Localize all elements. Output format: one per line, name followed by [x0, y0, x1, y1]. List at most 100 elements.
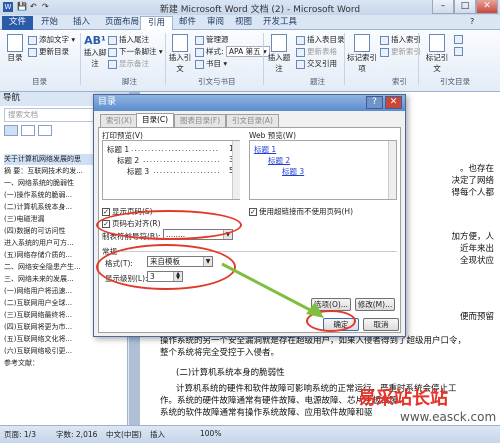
toa-icon	[454, 34, 463, 44]
insert-citation-label: 插入引文	[168, 53, 192, 73]
next-footnote-button[interactable]: 下一条脚注 ▾	[108, 46, 163, 57]
insert-caption-button[interactable]: 插入题注	[266, 34, 292, 74]
status-words[interactable]: 字数: 2,016	[56, 429, 97, 440]
preview-heading-3: 标题 3	[127, 167, 150, 176]
tab-insert[interactable]: 插入	[66, 16, 97, 30]
update-index-button[interactable]: 更新索引	[380, 46, 421, 57]
mark-entry-button[interactable]: 标记索引项	[347, 34, 377, 74]
insert-index-label: 插入索引	[391, 35, 421, 44]
insert-endnote-label: 插入尾注	[119, 35, 149, 44]
toc-button-label: 目录	[7, 53, 23, 62]
tab-references[interactable]: 引用	[140, 16, 174, 30]
toc-button[interactable]: 目录	[4, 34, 26, 63]
maximize-button[interactable]: □	[454, 0, 476, 14]
footnote-icon: AB¹	[84, 34, 106, 47]
update-toa-button[interactable]	[454, 46, 465, 56]
document-text-line: 得每个人都	[451, 188, 494, 198]
web-preview-heading-2: 标题 2	[268, 156, 291, 165]
update-toc-button[interactable]: 更新目录	[28, 46, 69, 57]
bibliography-icon	[195, 59, 204, 69]
status-language[interactable]: 中文(中国)	[106, 429, 142, 440]
insert-citation-button[interactable]: 插入引文	[167, 34, 193, 74]
word-logo-icon[interactable]: W	[3, 2, 13, 12]
mark-citation-button[interactable]: 标记引文	[423, 34, 451, 74]
results-view-icon[interactable]	[38, 125, 52, 136]
preview-leader-1: ..........................	[131, 144, 219, 153]
document-text-line: 近年来出	[459, 244, 494, 254]
annotation-arrow-icon	[221, 262, 324, 318]
toc-icon	[7, 34, 23, 52]
add-text-button[interactable]: 添加文字 ▾	[28, 34, 75, 45]
update-toa-icon	[454, 46, 463, 56]
preview-scrollbar[interactable]	[232, 141, 240, 199]
preview-leader-3: ....................	[153, 166, 221, 175]
web-preview-scrollbar[interactable]	[388, 141, 396, 199]
tab-table-of-authorities[interactable]: 引文目录(A)	[226, 114, 279, 127]
show-notes-button[interactable]: 显示备注	[108, 58, 149, 69]
caption-icon	[271, 34, 287, 52]
citation-style-select[interactable]: 样式: APA 第五 ▾	[195, 46, 270, 57]
cross-reference-icon	[296, 59, 305, 69]
cross-reference-button[interactable]: 交叉引用	[296, 58, 337, 69]
document-text-line: 整个系统将完全受控于入侵者。	[160, 348, 280, 358]
dialog-help-button[interactable]: ?	[366, 96, 383, 109]
manage-sources-button[interactable]: 管理源	[195, 34, 229, 45]
tab-file[interactable]: 文件	[2, 16, 34, 30]
status-page[interactable]: 页面: 1/3	[4, 429, 36, 440]
bibliography-button[interactable]: 书目 ▾	[195, 58, 227, 69]
nav-heading-item[interactable]: (六)互联网络吸引更...	[4, 346, 124, 357]
status-zoom[interactable]: 100%	[200, 429, 221, 438]
undo-icon[interactable]: ↶	[30, 2, 37, 11]
close-window-button[interactable]: ✕	[476, 0, 498, 14]
headings-view-icon[interactable]	[4, 125, 18, 136]
print-preview-box: 标题 1 .......................... 1 标题 2 .…	[102, 140, 240, 200]
tof-icon	[296, 35, 305, 45]
insert-footnote-button[interactable]: AB¹ 插入脚注	[83, 34, 107, 69]
web-preview-heading-3: 标题 3	[282, 167, 305, 176]
preview-heading-2: 标题 2	[117, 156, 140, 165]
ribbon: 目录 添加文字 ▾ 更新目录 目录 AB¹ 插入脚注 插入尾注 下一条脚注 ▾ …	[0, 30, 500, 92]
toa-group-label: 引文目录	[440, 77, 470, 86]
minimize-button[interactable]: –	[432, 0, 454, 14]
toc-group-label: 目录	[32, 77, 47, 86]
document-text-line: 全现状应	[459, 256, 494, 266]
tab-mailings[interactable]: 邮件	[172, 16, 203, 30]
show-notes-icon	[108, 59, 117, 69]
tab-index[interactable]: 索引(X)	[100, 114, 138, 127]
update-table-icon	[296, 47, 305, 57]
update-table-button[interactable]: 更新表格	[296, 46, 337, 57]
use-hyperlinks-checkbox[interactable]: ✓ 使用超链接而不使用页码(H)	[249, 206, 353, 217]
mark-citation-label: 标记引文	[425, 53, 449, 73]
title-bar: W 💾 ↶ ↷ 新建 Microsoft Word 文档 (2) - Micro…	[0, 0, 500, 15]
citation-icon	[172, 34, 188, 52]
insert-index-button[interactable]: 插入索引	[380, 34, 421, 45]
tab-toc[interactable]: 目录(C)	[136, 113, 175, 127]
manage-sources-label: 管理源	[206, 35, 229, 44]
web-preview-box: 标题 1 标题 2 标题 3	[249, 140, 397, 200]
ribbon-tabs: 文件 开始 插入 页面布局 引用 邮件 审阅 视图 开发工具 ?	[0, 15, 500, 30]
next-footnote-icon	[108, 47, 117, 57]
help-icon[interactable]: ?	[470, 17, 474, 26]
tab-review[interactable]: 审阅	[200, 16, 231, 30]
status-mode[interactable]: 插入	[150, 429, 165, 440]
insert-toa-button[interactable]	[454, 34, 465, 44]
dialog-close-button[interactable]: ✕	[385, 96, 402, 109]
tab-home[interactable]: 开始	[34, 16, 65, 30]
endnote-icon	[108, 35, 117, 45]
redo-icon[interactable]: ↷	[42, 2, 49, 11]
update-index-label: 更新索引	[391, 47, 421, 56]
insert-endnote-button[interactable]: 插入尾注	[108, 34, 149, 45]
save-icon[interactable]: 💾	[17, 2, 27, 11]
pages-view-icon[interactable]	[21, 125, 35, 136]
annotation-oval-general	[96, 244, 236, 290]
modify-button[interactable]: 修改(M)...	[355, 298, 395, 311]
tab-table-of-figures[interactable]: 图表目录(F)	[174, 114, 227, 127]
tab-developer[interactable]: 开发工具	[256, 16, 304, 30]
document-text-line: (二)计算机系统本身的脆弱性	[176, 368, 285, 378]
tab-page-layout[interactable]: 页面布局	[98, 16, 146, 30]
insert-tof-button[interactable]: 插入表目录	[296, 34, 345, 45]
cancel-button[interactable]: 取消	[363, 318, 399, 331]
update-toc-icon	[28, 47, 37, 57]
tab-view[interactable]: 视图	[228, 16, 259, 30]
nav-heading-item[interactable]: 参考文献：	[4, 358, 124, 369]
